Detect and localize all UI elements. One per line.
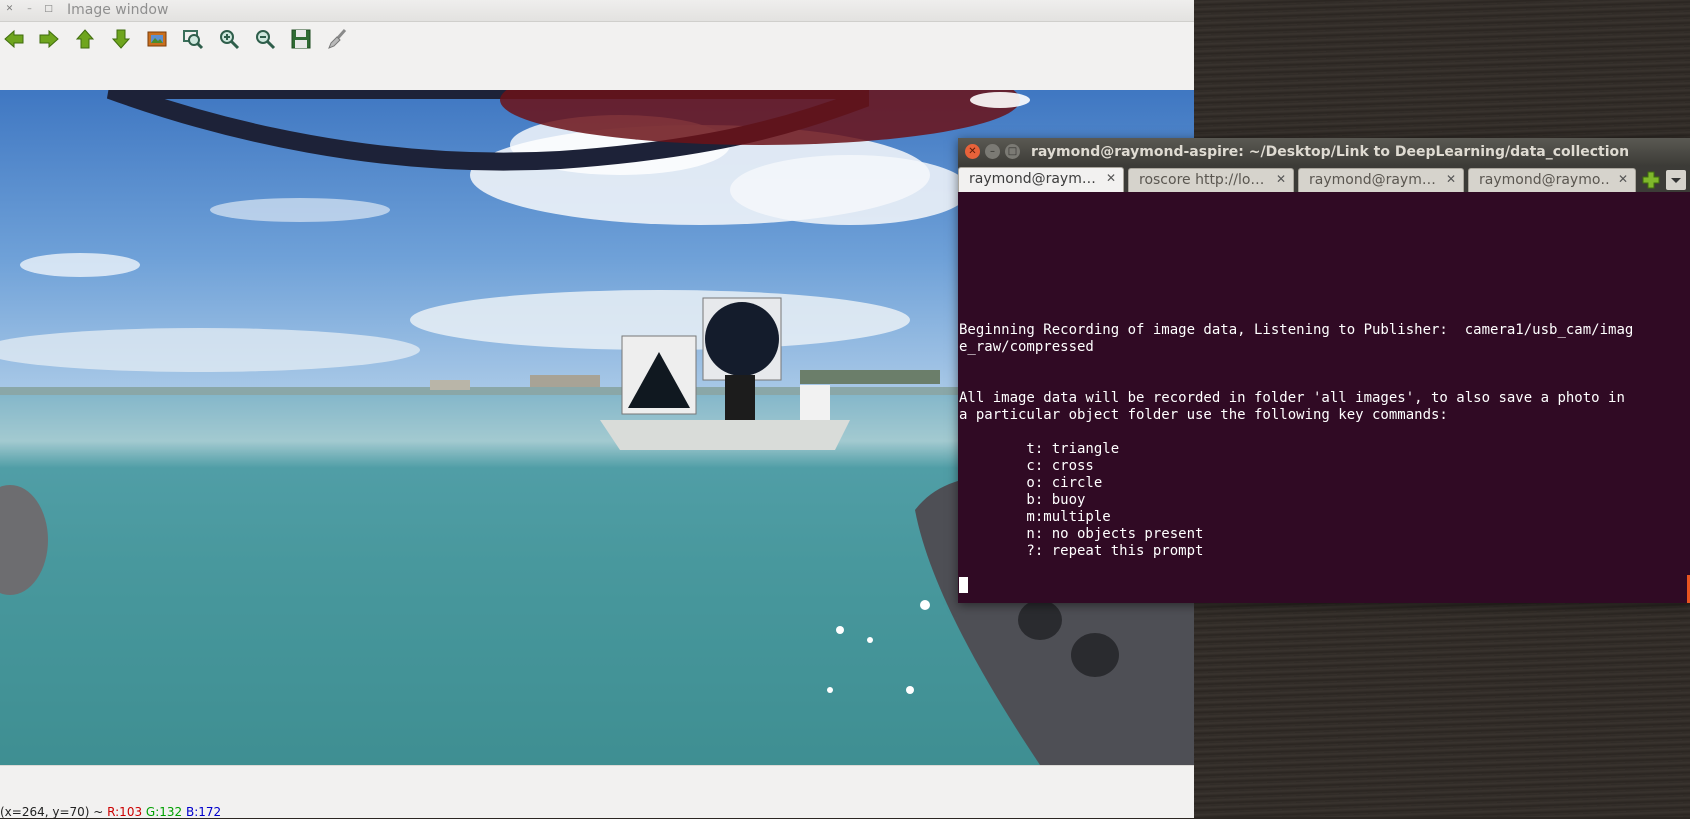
close-tab-icon[interactable]: ✕ <box>1446 172 1456 186</box>
terminal-tab[interactable]: raymond@raym… ✕ <box>1298 168 1464 192</box>
tab-label: raymond@raymo… <box>1479 172 1609 188</box>
save-icon[interactable] <box>288 26 314 52</box>
maximize-icon[interactable]: □ <box>1005 144 1020 159</box>
terminal-line: a particular object folder use the follo… <box>959 407 1448 423</box>
zoom-in-icon[interactable] <box>216 26 242 52</box>
maximize-icon[interactable]: □ <box>43 4 54 15</box>
terminal-line: e_raw/compressed <box>959 339 1094 355</box>
arrow-down-icon[interactable] <box>108 26 134 52</box>
terminal-cursor <box>959 577 968 593</box>
terminal-line: c: cross <box>959 458 1094 474</box>
arrow-right-icon[interactable] <box>36 26 62 52</box>
minimize-icon[interactable]: – <box>985 144 1000 159</box>
close-tab-icon[interactable]: ✕ <box>1276 172 1286 186</box>
terminal-line: b: buoy <box>959 492 1086 508</box>
add-tab-icon[interactable] <box>1641 170 1661 190</box>
terminal-tab[interactable]: raymond@raymo… ✕ <box>1468 168 1636 192</box>
arrow-up-icon[interactable] <box>72 26 98 52</box>
terminal-tabbar: raymond@raym… ✕ roscore http://lo… ✕ ray… <box>958 166 1690 192</box>
tab-label: raymond@raym… <box>1309 172 1436 188</box>
terminal-title: raymond@raymond-aspire: ~/Desktop/Link t… <box>1031 144 1630 160</box>
image-statusbar: (x=264, y=70) ~ R:103 G:132 B:172 <box>0 765 1194 819</box>
close-icon[interactable]: ✕ <box>4 4 15 15</box>
tab-label: raymond@raym… <box>969 171 1096 187</box>
image-icon[interactable] <box>144 26 170 52</box>
close-tab-icon[interactable]: ✕ <box>1618 172 1628 186</box>
terminal-line: ?: repeat this prompt <box>959 543 1204 559</box>
minimize-icon[interactable]: – <box>24 4 35 15</box>
terminal-tab[interactable]: raymond@raym… ✕ <box>958 167 1124 192</box>
image-toolbar <box>0 22 1194 90</box>
terminal-window: ✕ – □ raymond@raymond-aspire: ~/Desktop/… <box>958 138 1690 603</box>
zoom-fit-icon[interactable] <box>180 26 206 52</box>
zoom-out-icon[interactable] <box>252 26 278 52</box>
terminal-line: t: triangle <box>959 441 1120 457</box>
window-title: Image window <box>67 2 169 18</box>
close-icon[interactable]: ✕ <box>965 144 980 159</box>
terminal-line: Beginning Recording of image data, Liste… <box>959 322 1634 338</box>
terminal-output[interactable]: Beginning Recording of image data, Liste… <box>958 192 1690 603</box>
brush-icon[interactable] <box>324 26 350 52</box>
terminal-tab[interactable]: roscore http://lo… ✕ <box>1128 168 1294 192</box>
terminal-line: n: no objects present <box>959 526 1204 542</box>
tab-menu-chevron-down-icon[interactable] <box>1666 170 1686 190</box>
tab-label: roscore http://lo… <box>1139 172 1265 188</box>
terminal-line: All image data will be recorded in folde… <box>959 390 1625 406</box>
terminal-titlebar[interactable]: ✕ – □ raymond@raymond-aspire: ~/Desktop/… <box>958 138 1690 166</box>
terminal-line: m:multiple <box>959 509 1111 525</box>
close-tab-icon[interactable]: ✕ <box>1106 171 1116 185</box>
terminal-line: o: circle <box>959 475 1103 491</box>
image-window-titlebar[interactable]: ✕ – □ Image window <box>0 0 1194 22</box>
arrow-left-icon[interactable] <box>1 26 27 52</box>
